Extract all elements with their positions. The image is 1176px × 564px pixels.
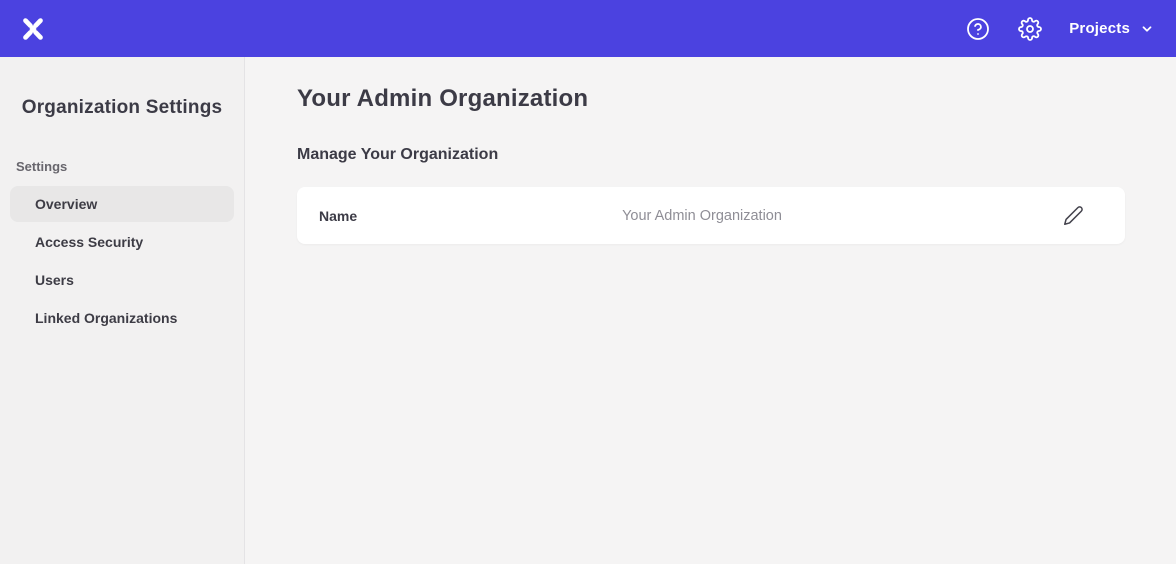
topbar-actions: Projects [965, 16, 1154, 42]
sidebar-item-access-security[interactable]: Access Security [10, 224, 234, 260]
name-field-row: Name Your Admin Organization [297, 187, 1125, 244]
main-content: Your Admin Organization Manage Your Orga… [245, 57, 1176, 564]
sidebar: Organization Settings Settings Overview … [0, 57, 245, 564]
section-title: Manage Your Organization [297, 146, 1125, 164]
pencil-icon [1063, 205, 1084, 226]
help-circle-icon [966, 17, 990, 41]
sidebar-item-overview[interactable]: Overview [10, 186, 234, 222]
edit-name-button[interactable] [1061, 204, 1085, 228]
topbar: Projects [0, 0, 1176, 57]
sidebar-section-label: Settings [16, 159, 244, 174]
name-field-label: Name [319, 208, 622, 224]
sidebar-item-linked-organizations[interactable]: Linked Organizations [10, 300, 234, 336]
sidebar-nav: Overview Access Security Users Linked Or… [0, 186, 244, 336]
page-title: Your Admin Organization [297, 85, 1125, 113]
sidebar-item-users[interactable]: Users [10, 262, 234, 298]
projects-label: Projects [1069, 20, 1130, 37]
mendix-x-logo-icon [18, 14, 48, 44]
name-field-value: Your Admin Organization [622, 208, 782, 224]
sidebar-title: Organization Settings [0, 97, 244, 119]
chevron-down-icon [1140, 22, 1154, 36]
settings-button[interactable] [1017, 16, 1043, 42]
gear-icon [1018, 17, 1042, 41]
help-button[interactable] [965, 16, 991, 42]
app-logo-button[interactable] [16, 12, 50, 46]
projects-menu-button[interactable]: Projects [1069, 20, 1154, 37]
